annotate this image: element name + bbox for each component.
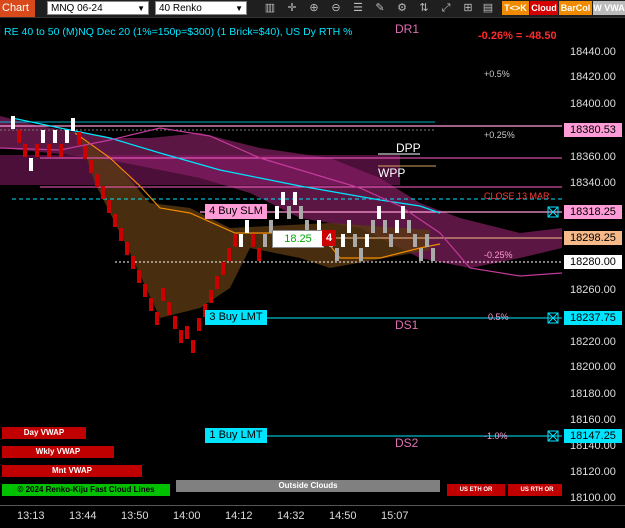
bar-style-icon[interactable]: ▥ [262, 1, 278, 15]
wpp-label: WPP [378, 166, 406, 180]
zoom-out-icon[interactable]: ⊖ [328, 1, 344, 15]
time-tick: 13:13 [17, 510, 45, 522]
price-tick: 18360.00 [570, 151, 616, 163]
pct-05-label: +0.5% [484, 69, 510, 79]
price-tick: 18180.00 [570, 388, 616, 400]
price-axis[interactable]: 18440.00 18420.00 18400.00 18360.00 1834… [562, 18, 625, 505]
chart-title: RE 40 to 50 (M)NQ Dec 20 (1%=150p=$300) … [4, 26, 353, 38]
copyright-text: © 2024 [17, 485, 44, 494]
daily-change: -0.26% = -48.50 [478, 30, 557, 42]
time-tick: 13:50 [121, 510, 149, 522]
time-axis[interactable]: 13:13 13:44 13:50 14:00 14:12 14:32 14:5… [0, 505, 625, 528]
chevron-down-icon: ▼ [137, 4, 145, 13]
mnt-vwap-legend[interactable]: Mnt VWAP [2, 465, 142, 477]
buy-lmt-3-order[interactable]: 3 Buy LMT [205, 310, 267, 325]
us-eth-legend[interactable]: US ETH OR [447, 484, 505, 496]
properties-icon[interactable]: ☰ [350, 1, 366, 15]
buy-lmt-1-order[interactable]: 1 Buy LMT [205, 428, 267, 443]
neg-10-label: -1.0% [484, 431, 508, 441]
chart-toolbar: Chart MNQ 06-24 ▼ 40 Renko ▼ ▥ ✛ ⊕ ⊖ ☰ ✎ ⚙… [0, 0, 625, 18]
price-tick: 18420.00 [570, 71, 616, 83]
instrument-value: MNQ 06-24 [51, 3, 103, 14]
price-tag-lmt1: 18147.25 [564, 429, 622, 443]
price-tick: 18400.00 [570, 98, 616, 110]
outside-clouds-legend[interactable]: Outside Clouds [176, 480, 440, 492]
price-tick: 18160.00 [570, 414, 616, 426]
chart-plot-area[interactable]: RE 40 to 50 (M)NQ Dec 20 (1%=150p=$300) … [0, 18, 562, 505]
renko-lines-text: Renko-Kiju Fast Cloud Lines [45, 485, 155, 494]
zoom-in-icon[interactable]: ⊕ [306, 1, 322, 15]
price-tag-lmt3: 18237.75 [564, 311, 622, 325]
day-vwap-legend[interactable]: Day VWAP [2, 427, 86, 439]
dpp-label: DPP [396, 141, 421, 155]
close-13mar-label: CLOSE 13 MAR [484, 191, 550, 201]
chevron-down-icon: ▼ [235, 4, 243, 13]
alerts-icon[interactable]: ⇅ [416, 1, 432, 15]
price-tick: 18440.00 [570, 46, 616, 58]
grid-icon[interactable]: ⊞ [460, 1, 476, 15]
instrument-selector[interactable]: MNQ 06-24 ▼ [47, 1, 149, 15]
renko-lines-legend[interactable]: © 2024 Renko-Kiju Fast Cloud Lines [2, 484, 170, 496]
price-tag-slm: 18318.25 [564, 205, 622, 219]
position-pnl[interactable]: 18.25 [272, 230, 324, 248]
time-tick: 13:44 [69, 510, 97, 522]
ds2-label: DS2 [395, 436, 419, 450]
price-tick: 18120.00 [570, 466, 616, 478]
price-tick: 18340.00 [570, 177, 616, 189]
price-tick: 18220.00 [570, 336, 616, 348]
wkly-vwap-legend[interactable]: Wkly VWAP [2, 446, 114, 458]
price-tick: 18200.00 [570, 361, 616, 373]
bar-type-selector[interactable]: 40 Renko ▼ [155, 1, 247, 15]
bar-type-value: 40 Renko [159, 3, 202, 14]
neg-025-label: -0.25% [484, 250, 513, 260]
pos-05-label: 0.5% [488, 312, 509, 322]
price-tag-mid: 18298.25 [564, 231, 622, 245]
price-tag-last: 18280.00 [564, 255, 622, 269]
position-qty[interactable]: 4 [322, 230, 336, 246]
dr1-label: DR1 [395, 22, 420, 36]
ds1-label: DS1 [395, 318, 419, 332]
time-tick: 14:50 [329, 510, 357, 522]
us-rth-legend[interactable]: US RTH OR [508, 484, 562, 496]
pct-025-label: +0.25% [484, 130, 515, 140]
tk-button[interactable]: T<>K [502, 1, 529, 15]
price-tick: 18260.00 [570, 284, 616, 296]
time-tick: 15:07 [381, 510, 409, 522]
time-tick: 14:00 [173, 510, 201, 522]
scroll-icon[interactable]: ⤢ [438, 1, 454, 15]
barcol-button[interactable]: BarCol [559, 1, 592, 15]
price-tag-top: 18380.53 [564, 123, 622, 137]
data-box-icon[interactable]: ▤ [480, 1, 496, 15]
time-tick: 14:32 [277, 510, 305, 522]
strategies-icon[interactable]: ⚙ [394, 1, 410, 15]
buy-slm-order[interactable]: 4 Buy SLM [205, 204, 267, 219]
cloud-button[interactable]: Cloud [530, 1, 558, 15]
crosshair-icon[interactable]: ✛ [284, 1, 300, 15]
magenta-band [0, 155, 400, 185]
w-vwap-button[interactable]: W VWA [593, 1, 625, 15]
time-tick: 14:12 [225, 510, 253, 522]
price-tick: 18100.00 [570, 492, 616, 504]
drawing-tools-icon[interactable]: ✎ [372, 1, 388, 15]
chart-tab[interactable]: Chart [0, 0, 35, 17]
